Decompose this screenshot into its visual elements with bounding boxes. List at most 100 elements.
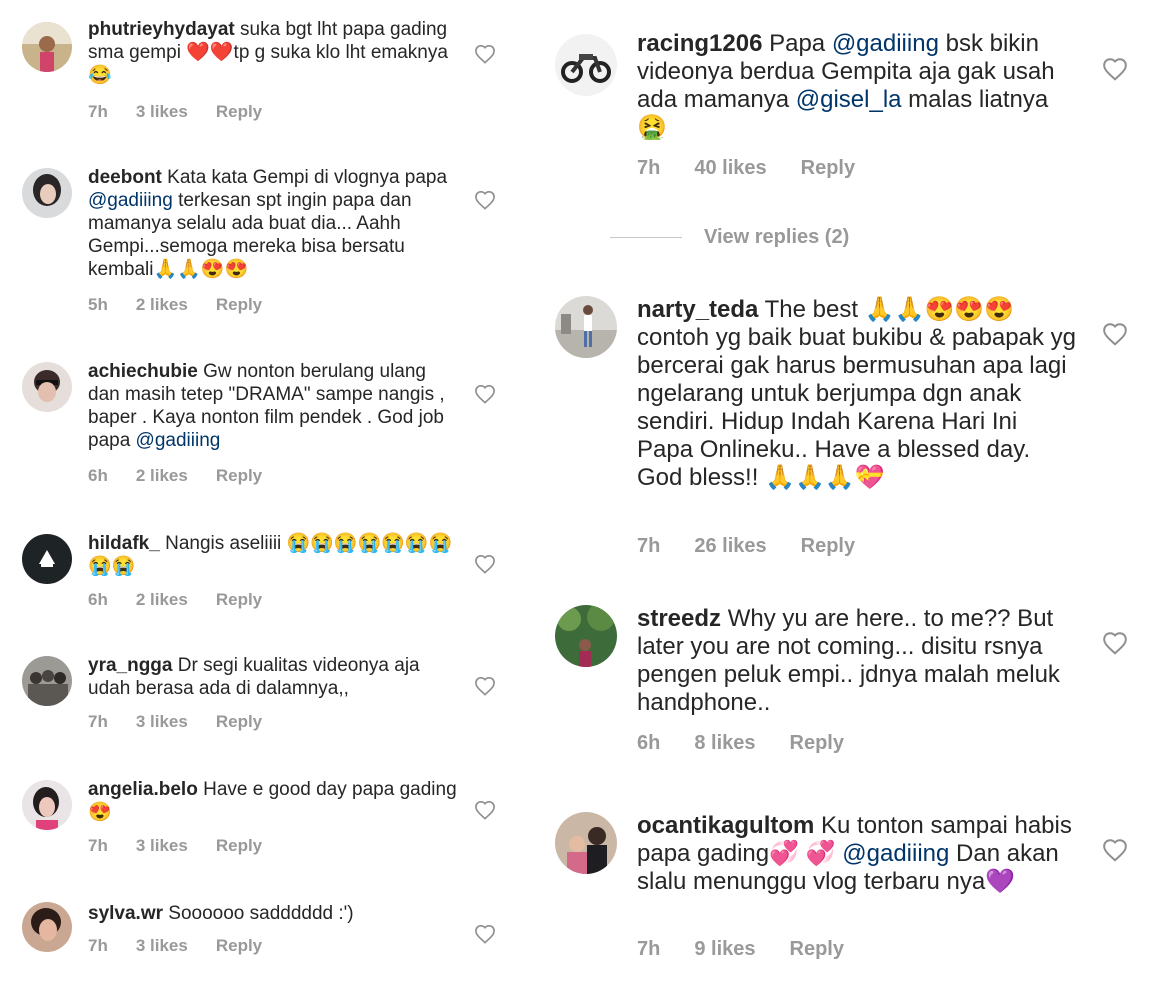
heart-icon[interactable] (474, 676, 496, 696)
heart-icon[interactable] (1102, 838, 1128, 862)
mention-link[interactable]: @gadiiing (88, 190, 173, 211)
mention-link[interactable]: @gadiiing (136, 430, 221, 451)
heart-icon[interactable] (474, 554, 496, 574)
emoji: 😍 (224, 259, 249, 280)
avatar[interactable] (555, 812, 617, 874)
emoji: ❤️ (186, 42, 210, 63)
likes-count[interactable]: 26 likes (694, 535, 766, 558)
likes-count[interactable]: 3 likes (136, 936, 188, 956)
comment-meta: 7h 3 likes Reply (88, 936, 290, 956)
emoji: 💝 (854, 464, 885, 491)
comment-meta: 7h 3 likes Reply (88, 102, 290, 122)
reply-button[interactable]: Reply (216, 936, 262, 956)
comment-item: phutrieyhydayat suka bgt lht papa gading… (0, 18, 520, 128)
comment-time: 7h (88, 102, 108, 121)
heart-icon[interactable] (474, 924, 496, 944)
avatar[interactable] (22, 22, 72, 72)
likes-count[interactable]: 40 likes (694, 157, 766, 180)
emoji: 💜 (985, 868, 1016, 895)
reply-button[interactable]: Reply (790, 938, 844, 961)
likes-count[interactable]: 2 likes (136, 590, 188, 610)
comment-body-text: The best (764, 296, 865, 323)
reply-button[interactable]: Reply (216, 712, 262, 732)
emoji: 🤮 (637, 114, 667, 141)
likes-count[interactable]: 3 likes (136, 712, 188, 732)
reply-button[interactable]: Reply (216, 836, 262, 856)
emoji: 😭 (310, 533, 334, 554)
emoji: 😍 (88, 802, 112, 823)
avatar[interactable] (555, 605, 617, 667)
reply-button[interactable]: Reply (790, 732, 844, 755)
reply-button[interactable]: Reply (216, 590, 262, 610)
emoji: 😭 (333, 533, 358, 554)
avatar[interactable] (555, 34, 617, 96)
username[interactable]: angelia.belo (88, 779, 198, 800)
likes-count[interactable]: 2 likes (136, 466, 188, 486)
likes-count[interactable]: 9 likes (694, 938, 755, 961)
comment-time: 7h (88, 936, 108, 955)
comment-text: sylva.wr Soooooo sadddddd :') (88, 902, 458, 925)
emoji: 🙏 (794, 464, 825, 491)
reply-button[interactable]: Reply (801, 535, 855, 558)
heart-icon[interactable] (1102, 57, 1128, 81)
username[interactable]: phutrieyhydayat (88, 19, 235, 40)
reply-button[interactable]: Reply (216, 102, 262, 122)
emoji: 😭 (286, 533, 311, 554)
emoji: 💞 (805, 840, 836, 867)
avatar[interactable] (22, 780, 72, 830)
comment-body-text: tp g suka klo lht emaknya (233, 42, 448, 63)
username[interactable]: ocantikagultom (637, 812, 814, 839)
reply-button[interactable]: Reply (216, 466, 262, 486)
username[interactable]: yra_ngga (88, 655, 172, 676)
heart-icon[interactable] (1102, 631, 1128, 655)
username[interactable]: sylva.wr (88, 903, 163, 924)
emoji: 🙏 (894, 296, 925, 323)
comment-meta: 6h 8 likes Reply (637, 732, 878, 755)
comment-time: 7h (637, 157, 661, 179)
avatar[interactable] (22, 168, 72, 218)
username[interactable]: narty_teda (637, 296, 758, 323)
avatar[interactable] (555, 296, 617, 358)
likes-count[interactable]: 8 likes (694, 732, 755, 755)
comment-text: phutrieyhydayat suka bgt lht papa gading… (88, 18, 458, 87)
username[interactable]: achiechubie (88, 361, 198, 382)
avatar[interactable] (22, 534, 72, 584)
reply-button[interactable]: Reply (801, 157, 855, 180)
comment-meta: 5h 2 likes Reply (88, 295, 290, 315)
username[interactable]: streedz (637, 605, 721, 632)
reply-button[interactable]: Reply (216, 295, 262, 315)
emoji: 😍 (200, 259, 225, 280)
mention-link[interactable]: @gisel_la (796, 86, 902, 113)
heart-icon[interactable] (1102, 322, 1128, 346)
mention-link[interactable]: @gadiiing (842, 840, 949, 867)
comment-time: 7h (88, 836, 108, 855)
heart-icon[interactable] (474, 384, 496, 404)
emoji: 😭 (88, 556, 112, 577)
heart-icon[interactable] (474, 800, 496, 820)
comment-text: deebont Kata kata Gempi di vlognya papa … (88, 166, 458, 281)
avatar[interactable] (22, 362, 72, 412)
username[interactable]: hildafk_ (88, 533, 160, 554)
emoji: 🙏 (177, 259, 201, 280)
username[interactable]: racing1206 (637, 30, 762, 57)
emoji: 🙏 (824, 464, 855, 491)
comment-text: narty_teda The best 🙏🙏😍😍😍 contoh yg baik… (637, 296, 1077, 492)
comment-text: hildafk_ Nangis aseliiii 😭😭😭😭😭😭😭😭😭 (88, 532, 458, 578)
avatar[interactable] (22, 902, 72, 952)
comment-meta: 7h 26 likes Reply (637, 535, 889, 558)
comment-text: angelia.belo Have e good day papa gading… (88, 778, 458, 824)
likes-count[interactable]: 3 likes (136, 836, 188, 856)
emoji: 😭 (381, 533, 405, 554)
heart-icon[interactable] (474, 44, 496, 64)
username[interactable]: deebont (88, 167, 162, 188)
heart-icon[interactable] (474, 190, 496, 210)
comment-body-text: Soooooo sadddddd :') (168, 903, 354, 924)
comment-time: 7h (637, 535, 661, 557)
mention-link[interactable]: @gadiiing (832, 30, 939, 57)
likes-count[interactable]: 3 likes (136, 102, 188, 122)
comment-meta: 7h 9 likes Reply (637, 938, 878, 961)
comment-time: 6h (88, 590, 108, 609)
avatar[interactable] (22, 656, 72, 706)
likes-count[interactable]: 2 likes (136, 295, 188, 315)
view-replies-button[interactable]: View replies (2) (610, 226, 849, 249)
